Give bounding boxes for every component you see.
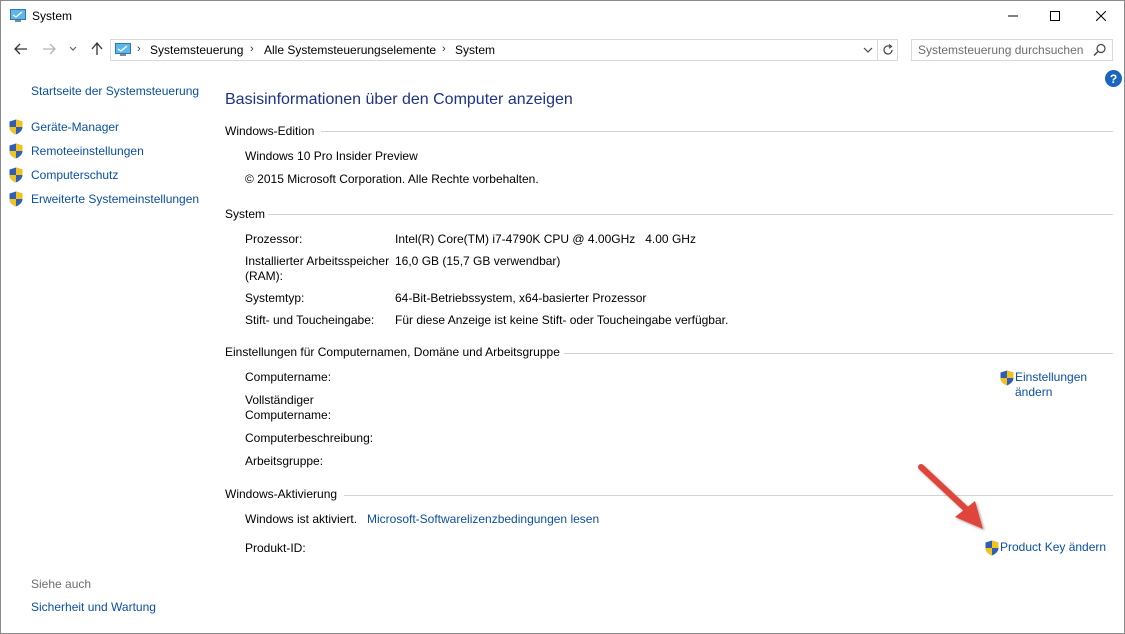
sidebar-item-advanced-settings[interactable]: Erweiterte Systemeinstellungen (8, 190, 199, 208)
window-title: System (32, 9, 73, 23)
page-title: Basisinformationen über den Computer anz… (225, 91, 573, 108)
shield-icon (9, 167, 23, 183)
arrow-right-icon (43, 43, 56, 55)
sidebar-item-label: Remoteeinstellungen (31, 144, 144, 158)
recent-locations-button[interactable] (63, 39, 83, 59)
breadcrumb-alle-elemente[interactable]: Alle Systemsteuerungselemente (264, 43, 436, 57)
section-heading-computer-name: Einstellungen für Computernamen, Domäne … (225, 345, 560, 359)
section-heading-activation: Windows-Aktivierung (225, 487, 338, 501)
address-bar[interactable]: › Systemsteuerung › Alle Systemsteuerung… (110, 39, 878, 61)
system-monitor-icon (115, 43, 131, 56)
processor-label: Prozessor: (245, 232, 303, 246)
pen-touch-label: Stift- und Toucheingabe: (245, 313, 375, 327)
breadcrumb-separator-icon: › (137, 43, 141, 55)
sidebar-item-system-protection[interactable]: Computerschutz (8, 166, 118, 184)
system-monitor-icon (10, 9, 26, 22)
computer-description-label: Computerbeschreibung: (245, 431, 374, 445)
minimize-icon (1008, 15, 1018, 17)
breadcrumb-systemsteuerung[interactable]: Systemsteuerung (150, 43, 243, 57)
breadcrumb-separator-icon: › (250, 43, 254, 55)
up-button[interactable] (87, 39, 107, 59)
ram-label: Installierter Arbeitsspeicher (RAM): (245, 254, 390, 283)
chevron-down-icon[interactable] (861, 43, 875, 57)
shield-icon (985, 540, 999, 556)
sidebar-item-device-manager[interactable]: Geräte-Manager (8, 118, 119, 136)
full-computer-name-label: Vollständiger Computername: (245, 393, 332, 422)
system-window: System › Systemsteuerung › Alle Systemst… (0, 0, 1125, 634)
left-navigation-pane: Startseite der Systemsteuerung Geräte-Ma… (1, 65, 211, 625)
sidebar-item-label: Computerschutz (31, 168, 119, 182)
edition-copyright: © 2015 Microsoft Corporation. Alle Recht… (245, 172, 539, 186)
search-input[interactable] (918, 42, 1088, 58)
sidebar-item-label: Geräte-Manager (31, 120, 120, 134)
product-id-label: Produkt-ID: (245, 541, 306, 555)
arrow-up-icon (91, 42, 103, 55)
search-icon[interactable] (1093, 43, 1107, 57)
chevron-down-icon (69, 46, 77, 51)
security-maintenance-link[interactable]: Sicherheit und Wartung (31, 600, 156, 614)
back-button[interactable] (11, 39, 31, 59)
change-settings-link[interactable]: Einstellungen ändern (999, 370, 1099, 400)
close-icon (1096, 11, 1106, 21)
title-bar: System (1, 1, 1124, 32)
pen-touch-value: Für diese Anzeige ist keine Stift- oder … (395, 313, 729, 327)
change-product-key-label: Product Key ändern (1000, 540, 1107, 554)
license-terms-link[interactable]: Microsoft-Softwarelizenzbedingungen lese… (367, 512, 599, 527)
maximize-button[interactable] (1032, 1, 1078, 31)
section-divider (321, 131, 1113, 132)
forward-button[interactable] (39, 39, 59, 59)
shield-icon (9, 143, 23, 159)
section-heading-system: System (225, 207, 266, 221)
edition-name: Windows 10 Pro Insider Preview (245, 149, 418, 163)
refresh-button[interactable] (878, 39, 898, 61)
section-divider (268, 214, 1113, 215)
shield-icon (9, 191, 23, 207)
activation-status: Windows ist aktiviert. (245, 512, 358, 526)
maximize-icon (1050, 11, 1060, 21)
system-type-label: Systemtyp: (245, 291, 305, 305)
minimize-button[interactable] (990, 1, 1036, 31)
section-divider (344, 495, 1113, 496)
search-box[interactable] (911, 39, 1113, 61)
breadcrumb-system[interactable]: System (455, 43, 495, 57)
section-divider (564, 353, 1113, 354)
shield-icon (1000, 370, 1014, 386)
shield-icon (9, 119, 23, 135)
change-product-key-link[interactable]: Product Key ändern (984, 540, 1106, 556)
breadcrumb-separator-icon: › (442, 43, 446, 55)
see-also-heading: Siehe auch (31, 577, 92, 591)
processor-value: Intel(R) Core(TM) i7-4790K CPU @ 4.00GHz… (395, 232, 696, 246)
arrow-left-icon (14, 43, 27, 55)
system-type-value: 64-Bit-Betriebssystem, x64-basierter Pro… (395, 291, 647, 305)
help-icon[interactable]: ? (1105, 70, 1122, 87)
change-settings-label: Einstellungen ändern (1015, 370, 1088, 399)
section-heading-edition: Windows-Edition (225, 124, 315, 138)
workgroup-label: Arbeitsgruppe: (245, 454, 324, 468)
refresh-icon (882, 44, 893, 55)
close-button[interactable] (1078, 1, 1124, 31)
control-panel-home-link[interactable]: Startseite der Systemsteuerung (31, 84, 199, 98)
computer-name-label: Computername: (245, 370, 332, 384)
navigation-bar: › Systemsteuerung › Alle Systemsteuerung… (1, 35, 1124, 65)
sidebar-item-remote-settings[interactable]: Remoteeinstellungen (8, 142, 144, 160)
ram-value: 16,0 GB (15,7 GB verwendbar) (395, 254, 561, 268)
sidebar-item-label: Erweiterte Systemeinstellungen (31, 192, 200, 206)
red-arrow-annotation-icon (918, 464, 983, 529)
